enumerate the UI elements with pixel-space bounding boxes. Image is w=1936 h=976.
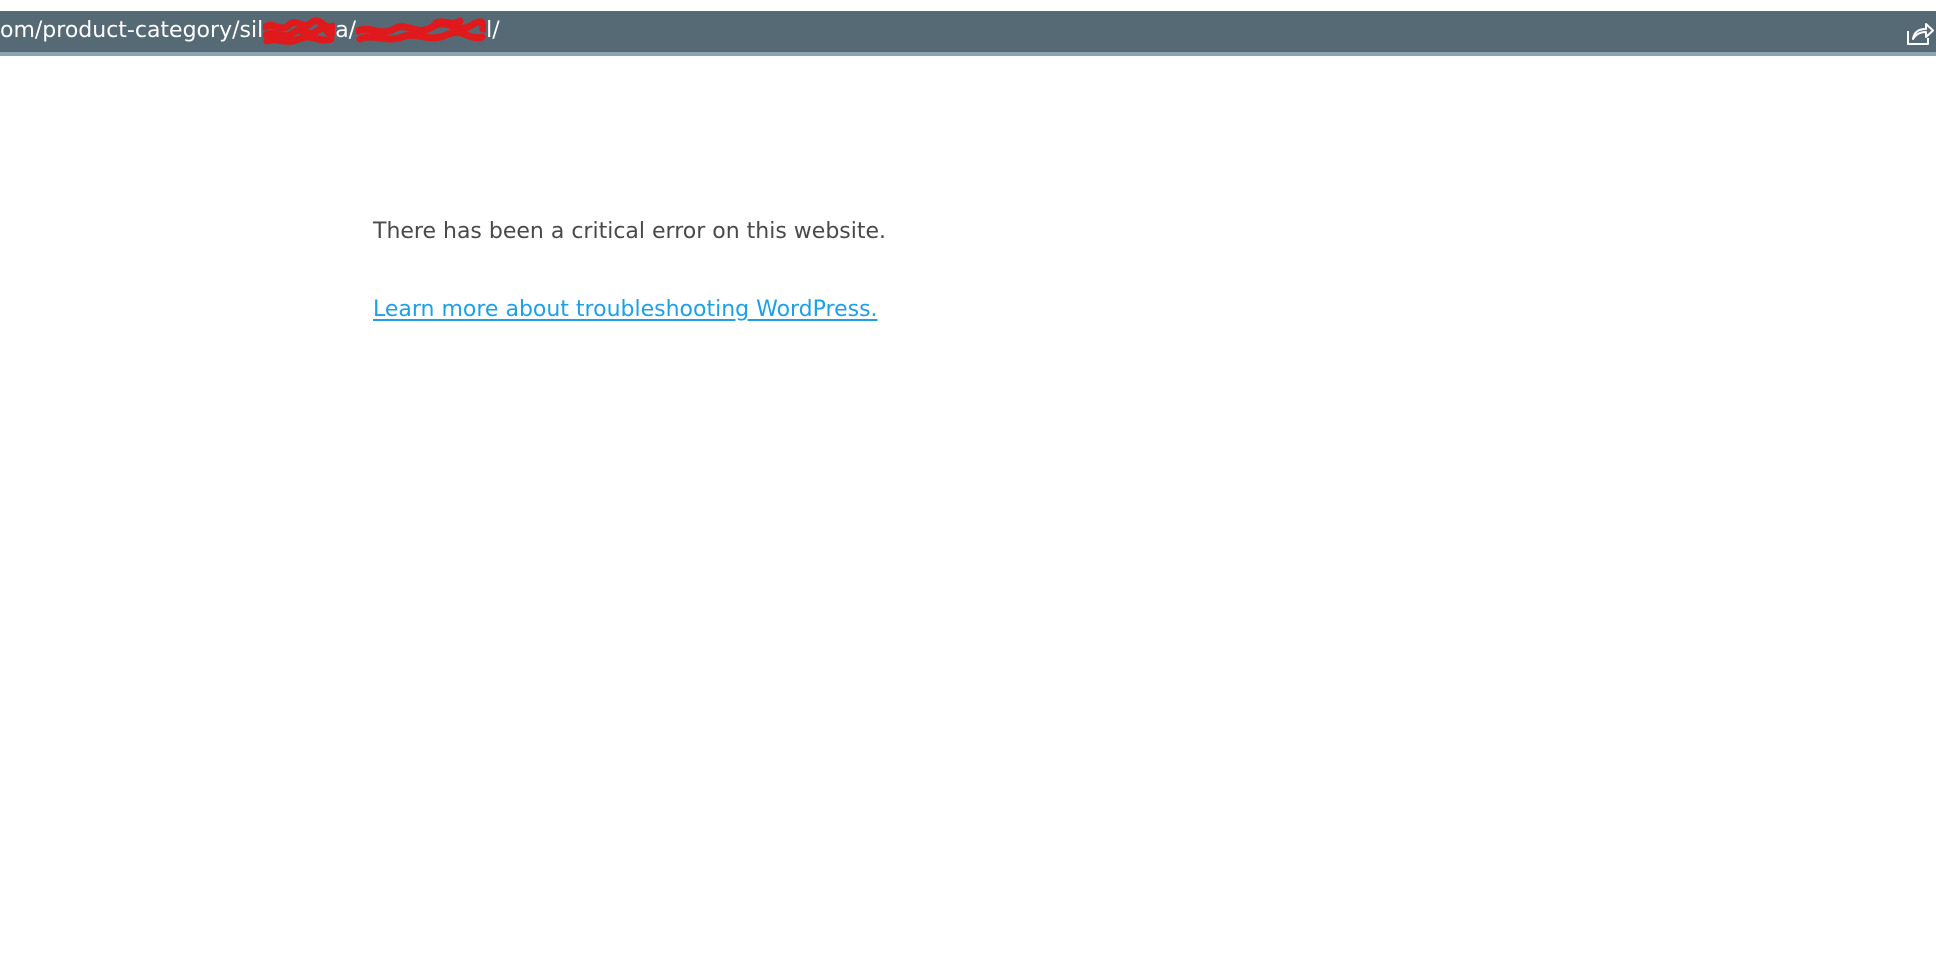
url-mid: a/	[335, 18, 357, 43]
redaction-mark	[356, 17, 487, 45]
troubleshooting-link[interactable]: Learn more about troubleshooting WordPre…	[373, 292, 878, 328]
redaction-mark	[263, 17, 336, 45]
url-prefix: om/product-category/sil	[0, 18, 264, 43]
url-text[interactable]: om/product-category/sil a/l/	[0, 17, 500, 45]
error-content: There has been a critical error on this …	[373, 214, 1373, 328]
share-arrow-icon[interactable]	[1904, 21, 1934, 47]
error-message: There has been a critical error on this …	[373, 219, 887, 244]
address-bar[interactable]: om/product-category/sil a/l/	[0, 11, 1936, 56]
url-suffix: l/	[486, 18, 500, 43]
top-strip	[0, 0, 1936, 11]
